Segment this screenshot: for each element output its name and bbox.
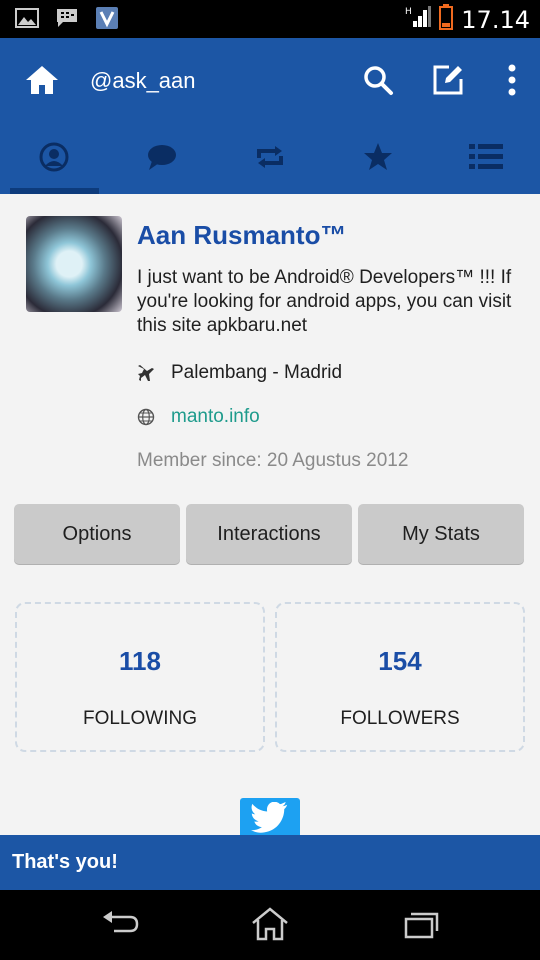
- member-since: Member since: 20 Agustus 2012: [137, 450, 409, 471]
- status-bar: H 17.14: [0, 0, 540, 38]
- clock: 17.14: [461, 5, 530, 34]
- location-row: Palembang - Madrid: [137, 362, 342, 384]
- profile-actions: Options Interactions My Stats: [14, 504, 524, 564]
- back-icon[interactable]: [98, 904, 142, 944]
- followers-card[interactable]: 154 FOLLOWERS: [275, 602, 525, 752]
- tab-messages[interactable]: [108, 124, 216, 194]
- airplane-icon: [137, 364, 155, 382]
- followers-label: FOLLOWERS: [340, 708, 460, 729]
- toast-bar: That's you!: [0, 835, 540, 890]
- following-count: 118: [119, 646, 161, 676]
- recent-apps-icon[interactable]: [398, 904, 442, 944]
- website-link[interactable]: manto.info: [171, 406, 260, 428]
- toast-text: That's you!: [12, 851, 118, 873]
- bbm-icon: [54, 6, 80, 30]
- profile-name: Aan Rusmanto™: [137, 220, 347, 250]
- tab-favorites[interactable]: [324, 124, 432, 194]
- twitter-bird-icon[interactable]: [240, 798, 300, 835]
- interactions-button[interactable]: Interactions: [186, 504, 352, 564]
- action-bar: @ask_aan: [0, 38, 540, 124]
- followers-count: 154: [378, 646, 422, 676]
- my-stats-button[interactable]: My Stats: [358, 504, 524, 564]
- overflow-menu-icon[interactable]: [494, 62, 530, 98]
- location-text: Palembang - Madrid: [171, 362, 343, 383]
- following-card[interactable]: 118 FOLLOWING: [15, 602, 265, 752]
- chat-bubble-icon: [146, 143, 178, 176]
- profile-icon: [39, 142, 69, 177]
- tab-bar: [0, 124, 540, 194]
- home-nav-icon[interactable]: [248, 904, 292, 944]
- tab-profile[interactable]: [0, 124, 108, 194]
- search-icon[interactable]: [360, 62, 396, 98]
- svg-text:H: H: [405, 7, 412, 17]
- compose-icon[interactable]: [430, 62, 466, 98]
- gallery-icon: [14, 6, 40, 30]
- retweet-icon: [254, 144, 286, 175]
- list-icon: [469, 143, 503, 176]
- avatar[interactable]: [26, 216, 122, 312]
- tab-retweets[interactable]: [216, 124, 324, 194]
- options-button[interactable]: Options: [14, 504, 180, 564]
- home-icon[interactable]: [24, 62, 60, 98]
- profile-content: Aan Rusmanto™ I just want to be Android®…: [0, 194, 540, 835]
- profile-bio: I just want to be Android® Developers™ !…: [137, 267, 512, 336]
- navigation-bar: [0, 890, 540, 960]
- signal-icon: H: [405, 5, 432, 34]
- star-icon: [363, 142, 393, 177]
- tab-lists[interactable]: [432, 124, 540, 194]
- battery-icon: [439, 4, 454, 35]
- v-app-icon: [94, 6, 120, 30]
- globe-icon: [137, 408, 155, 426]
- website-row[interactable]: manto.info: [137, 406, 260, 428]
- following-label: FOLLOWING: [82, 708, 197, 729]
- account-handle: @ask_aan: [90, 68, 196, 93]
